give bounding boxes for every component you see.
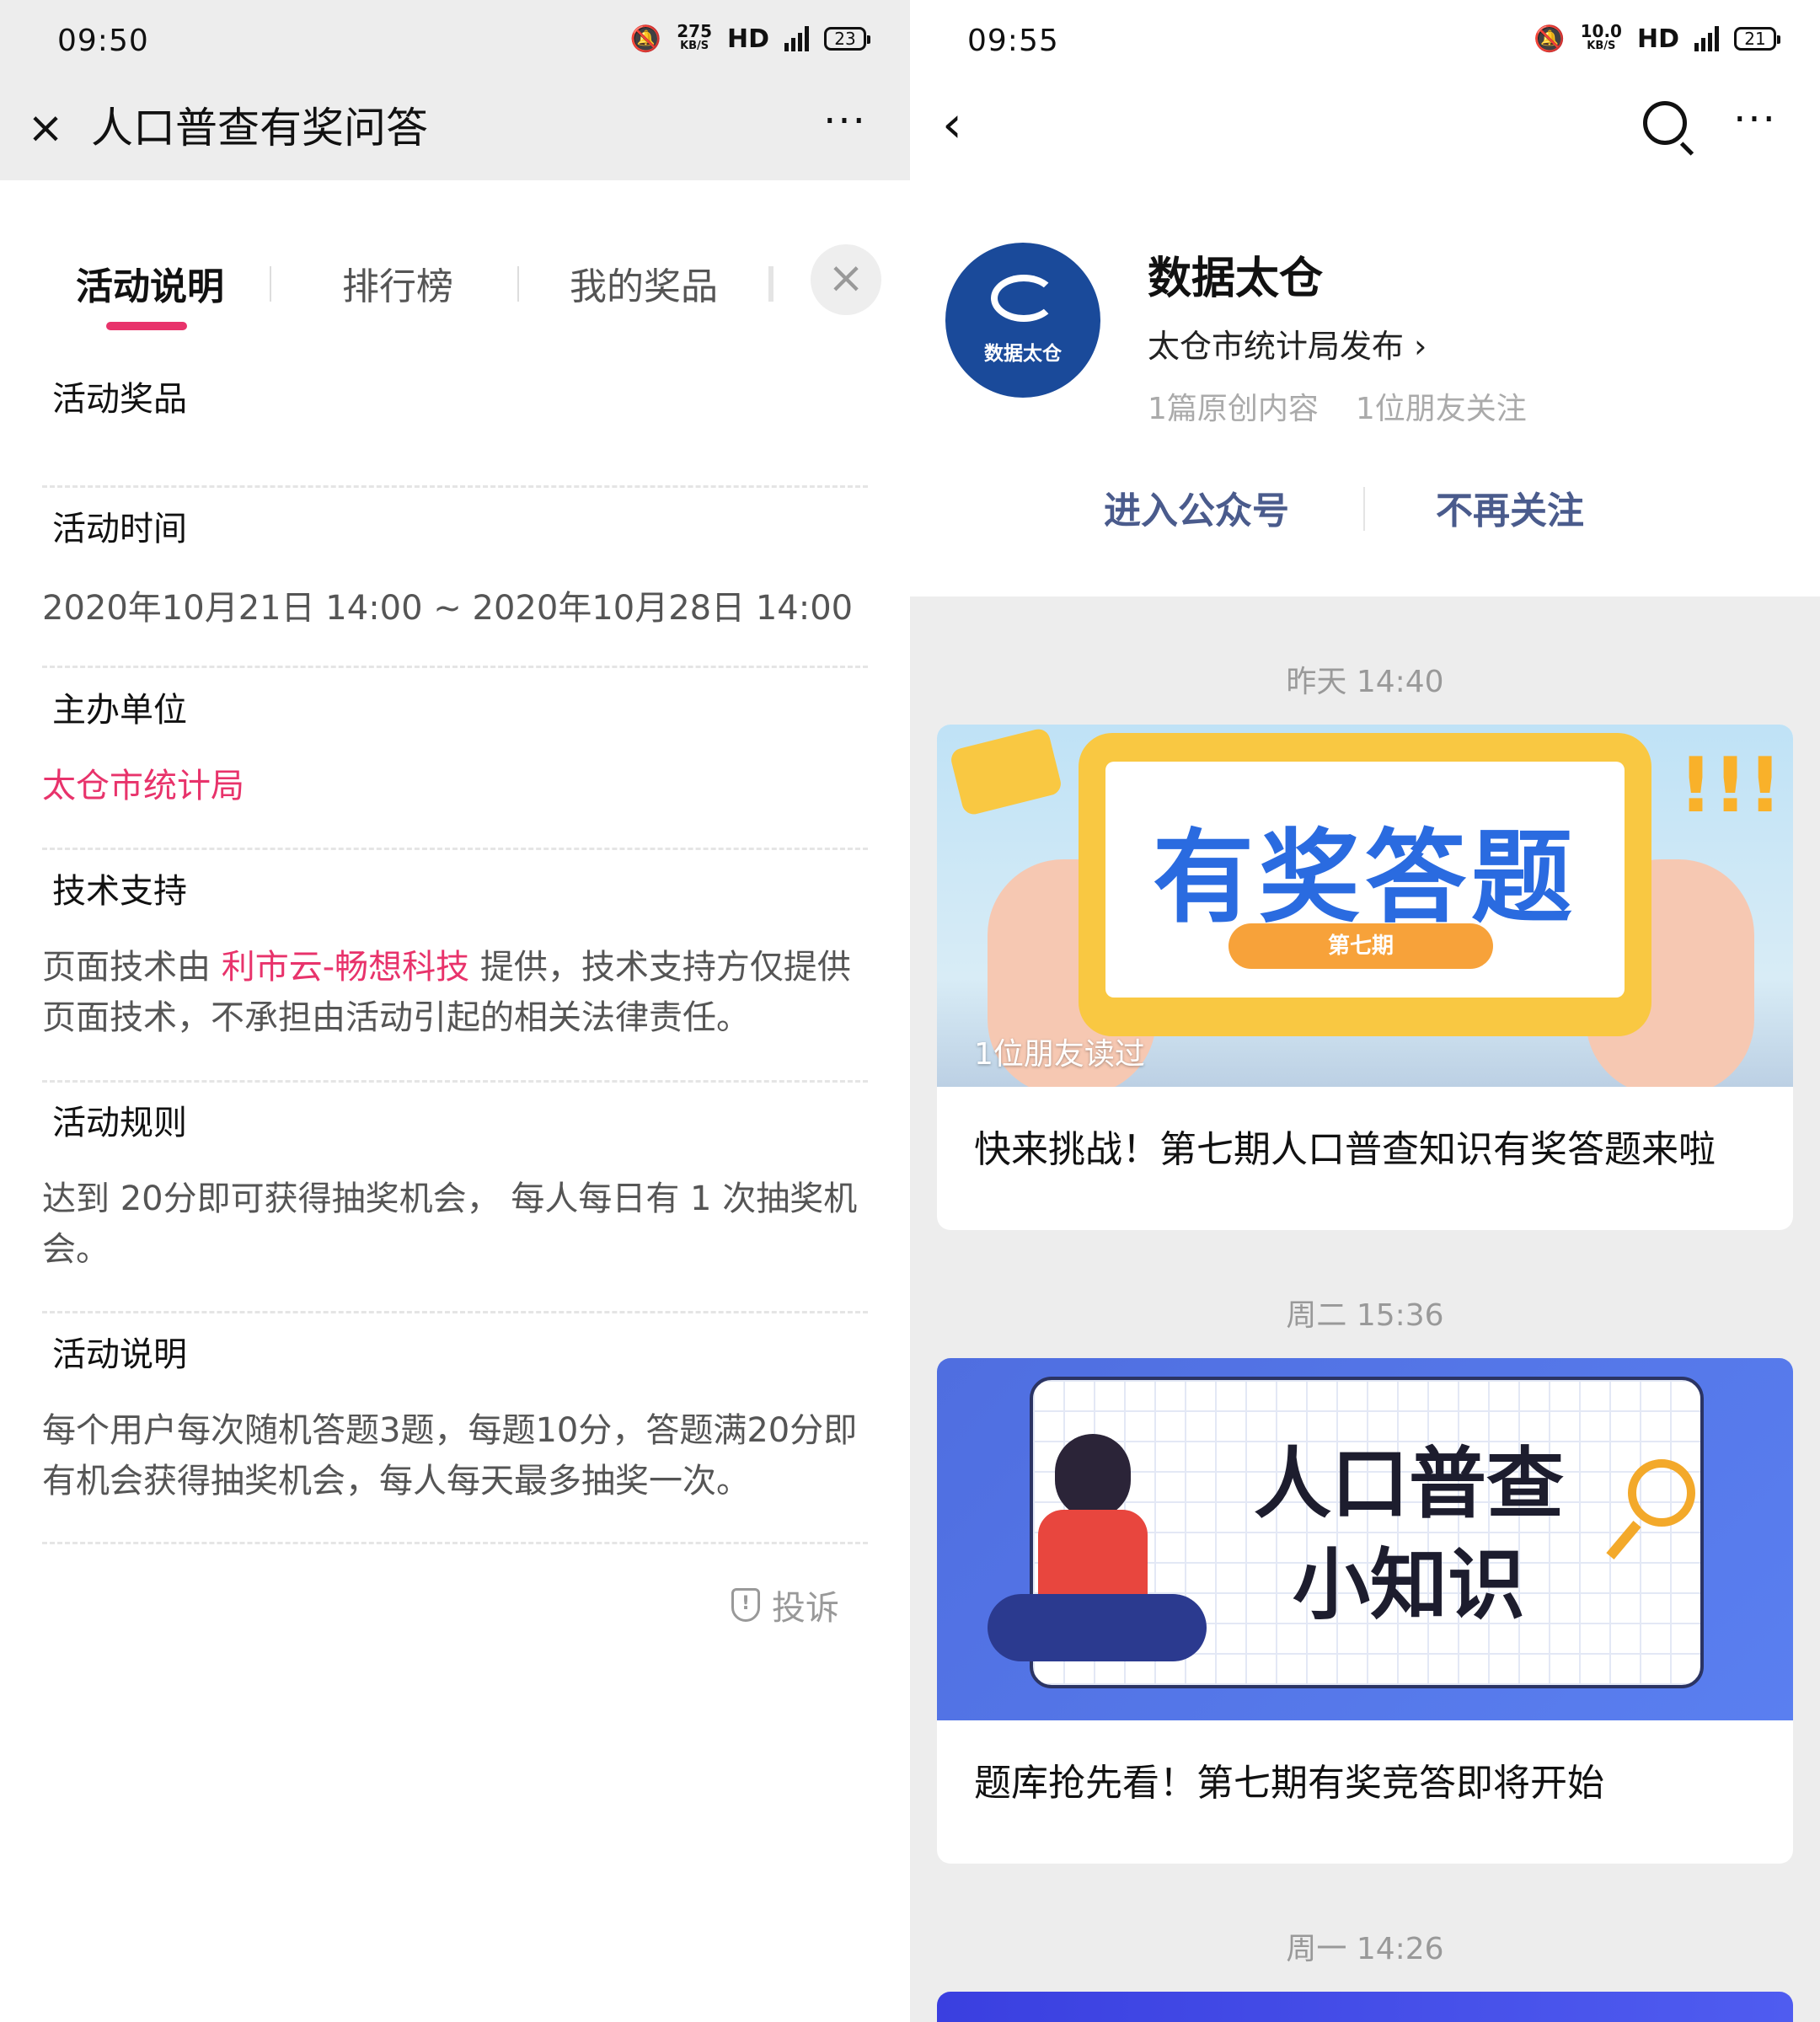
account-stats: 1篇原创内容 1位朋友关注 (1148, 384, 1527, 428)
section-label: 活动奖品 (42, 376, 197, 431)
tab-my-prizes[interactable]: 我的奖品 (570, 256, 718, 310)
friends-read: 1位朋友读过 (974, 1037, 1145, 1072)
account-name: 数据太仓 (1148, 254, 1324, 304)
signal-icon (784, 26, 809, 51)
mute-icon: 🔕 (1534, 24, 1566, 54)
divider (42, 848, 868, 850)
nav-bar: × 人口普查有奖问答 ··· (0, 89, 910, 180)
more-icon[interactable]: ··· (1726, 99, 1785, 150)
shield-icon: ! (731, 1588, 760, 1622)
battery-icon: 23 (824, 27, 870, 51)
status-time: 09:50 (57, 24, 149, 58)
account-publisher[interactable]: 太仓市统计局发布 › (1148, 320, 1427, 366)
divider (42, 485, 868, 488)
issue-badge: 第七期 (1228, 923, 1493, 969)
divider (42, 666, 868, 668)
unfollow-button[interactable]: 不再关注 (1436, 480, 1584, 534)
post-timestamp: 周二 15:36 (1286, 1298, 1444, 1333)
button-divider (1363, 487, 1365, 531)
section-label: 技术支持 (42, 868, 197, 923)
tab-activity-info[interactable]: 活动说明 (76, 256, 224, 310)
magnifier-icon (1628, 1459, 1695, 1527)
cover-title: 有奖答题 (1153, 820, 1577, 937)
mute-icon: 🔕 (629, 24, 662, 54)
section-tech: 技术支持 页面技术由 利市云-畅想科技 提供，技术支持方仅提供页面技术，不承担由… (42, 868, 868, 1043)
section-prize: 活动奖品 (42, 376, 868, 431)
original-count: 1篇原创内容 (1148, 392, 1319, 426)
hd-indicator: HD (1636, 24, 1679, 54)
tech-support-link[interactable]: 利市云-畅想科技 (222, 948, 469, 987)
signal-icon (1694, 26, 1719, 51)
divider (42, 1080, 868, 1083)
post-timestamp: 昨天 14:40 (1286, 665, 1444, 699)
enter-account-button[interactable]: 进入公众号 (1104, 480, 1289, 534)
active-tab-indicator (106, 322, 187, 330)
more-icon[interactable]: ··· (816, 101, 875, 152)
reading-girl-illustration (988, 1417, 1207, 1720)
tab-bar: 活动说明 排行榜 我的奖品 × (0, 227, 910, 345)
section-description: 活动说明 每个用户每次随机答题3题，每题10分，答题满20分即有机会获得抽奖机会… (42, 1331, 868, 1506)
activity-time: 2020年10月21日 14:00 ~ 2020年10月28日 14:00 (42, 589, 854, 628)
cover-title: 人口普查 小知识 (1253, 1439, 1564, 1630)
article-title: 题库抢先看！第七期有奖竞答即将开始 (974, 1762, 1604, 1805)
status-icons: 🔕 275 KB/S HD 23 (629, 21, 870, 54)
section-label: 主办单位 (42, 687, 197, 742)
tech-support-text: 页面技术由 利市云-畅想科技 提供，技术支持方仅提供页面技术，不承担由活动引起的… (42, 948, 851, 1037)
article-card[interactable]: 人口普查 小知识 题库抢先看！第七期有奖竞答即将开始 (937, 1358, 1793, 1864)
article-title: 快来挑战！第七期人口普查知识有奖答题来啦 (974, 1128, 1716, 1171)
network-speed: 10.0 KB/S (1580, 21, 1622, 52)
official-account-panel: 09:55 🔕 10.0 KB/S HD 21 ‹ ··· 数据太仓 数据太仓 … (910, 0, 1820, 2022)
page-title: 人口普查有奖问答 (91, 104, 428, 152)
exclamation-icon: !!! (1678, 741, 1783, 830)
close-icon[interactable]: × (25, 106, 66, 150)
article-card[interactable]: !!! 有奖答题 第七期 1位朋友读过 快来挑战！第七期人口普查知识有奖答题来啦 (937, 725, 1793, 1230)
section-label: 活动说明 (42, 1331, 197, 1387)
battery-icon: 21 (1734, 27, 1780, 51)
tab-divider (270, 266, 271, 302)
article-card[interactable] (937, 1992, 1793, 2022)
host-name: 太仓市统计局 (42, 767, 244, 805)
status-bar: 09:55 🔕 10.0 KB/S HD 21 (910, 0, 1820, 89)
chat-bubble-icon (949, 726, 1063, 817)
network-speed: 275 KB/S (677, 21, 712, 52)
search-icon[interactable] (1643, 101, 1687, 145)
back-icon[interactable]: ‹ (942, 99, 976, 150)
mini-program-panel: 09:50 🔕 275 KB/S HD 23 × 人口普查有奖问答 ··· 活动… (0, 0, 910, 2022)
section-host: 主办单位 太仓市统计局 (42, 687, 868, 811)
section-label: 活动规则 (42, 1099, 197, 1155)
friends-following: 1位朋友关注 (1355, 392, 1527, 426)
divider (42, 1542, 868, 1544)
article-cover: 人口普查 小知识 (937, 1358, 1793, 1720)
status-time: 09:55 (967, 24, 1059, 58)
account-logo[interactable]: 数据太仓 (945, 243, 1100, 398)
hd-indicator: HD (726, 24, 769, 54)
post-timestamp: 周一 14:26 (1286, 1932, 1444, 1966)
section-time: 活动时间 2020年10月21日 14:00 ~ 2020年10月28日 14:… (42, 506, 868, 634)
divider (42, 1311, 868, 1313)
close-panel-button[interactable]: × (811, 244, 881, 315)
tab-divider (517, 266, 519, 302)
rules-text: 达到 20分即可获得抽奖机会， 每人每日有 1 次抽奖机会。 (42, 1180, 858, 1269)
logo-swirl-icon (991, 275, 1057, 322)
tab-leaderboard[interactable]: 排行榜 (342, 256, 453, 310)
section-rules: 活动规则 达到 20分即可获得抽奖机会， 每人每日有 1 次抽奖机会。 (42, 1099, 868, 1275)
status-bar: 09:50 🔕 275 KB/S HD 23 (0, 0, 910, 89)
complain-button[interactable]: ! 投诉 (731, 1581, 839, 1629)
article-cover: !!! 有奖答题 第七期 1位朋友读过 (937, 725, 1793, 1087)
description-text: 每个用户每次随机答题3题，每题10分，答题满20分即有机会获得抽奖机会，每人每天… (42, 1411, 858, 1500)
section-label: 活动时间 (42, 506, 197, 561)
status-icons: 🔕 10.0 KB/S HD 21 (1534, 21, 1780, 54)
tab-divider (768, 266, 774, 302)
